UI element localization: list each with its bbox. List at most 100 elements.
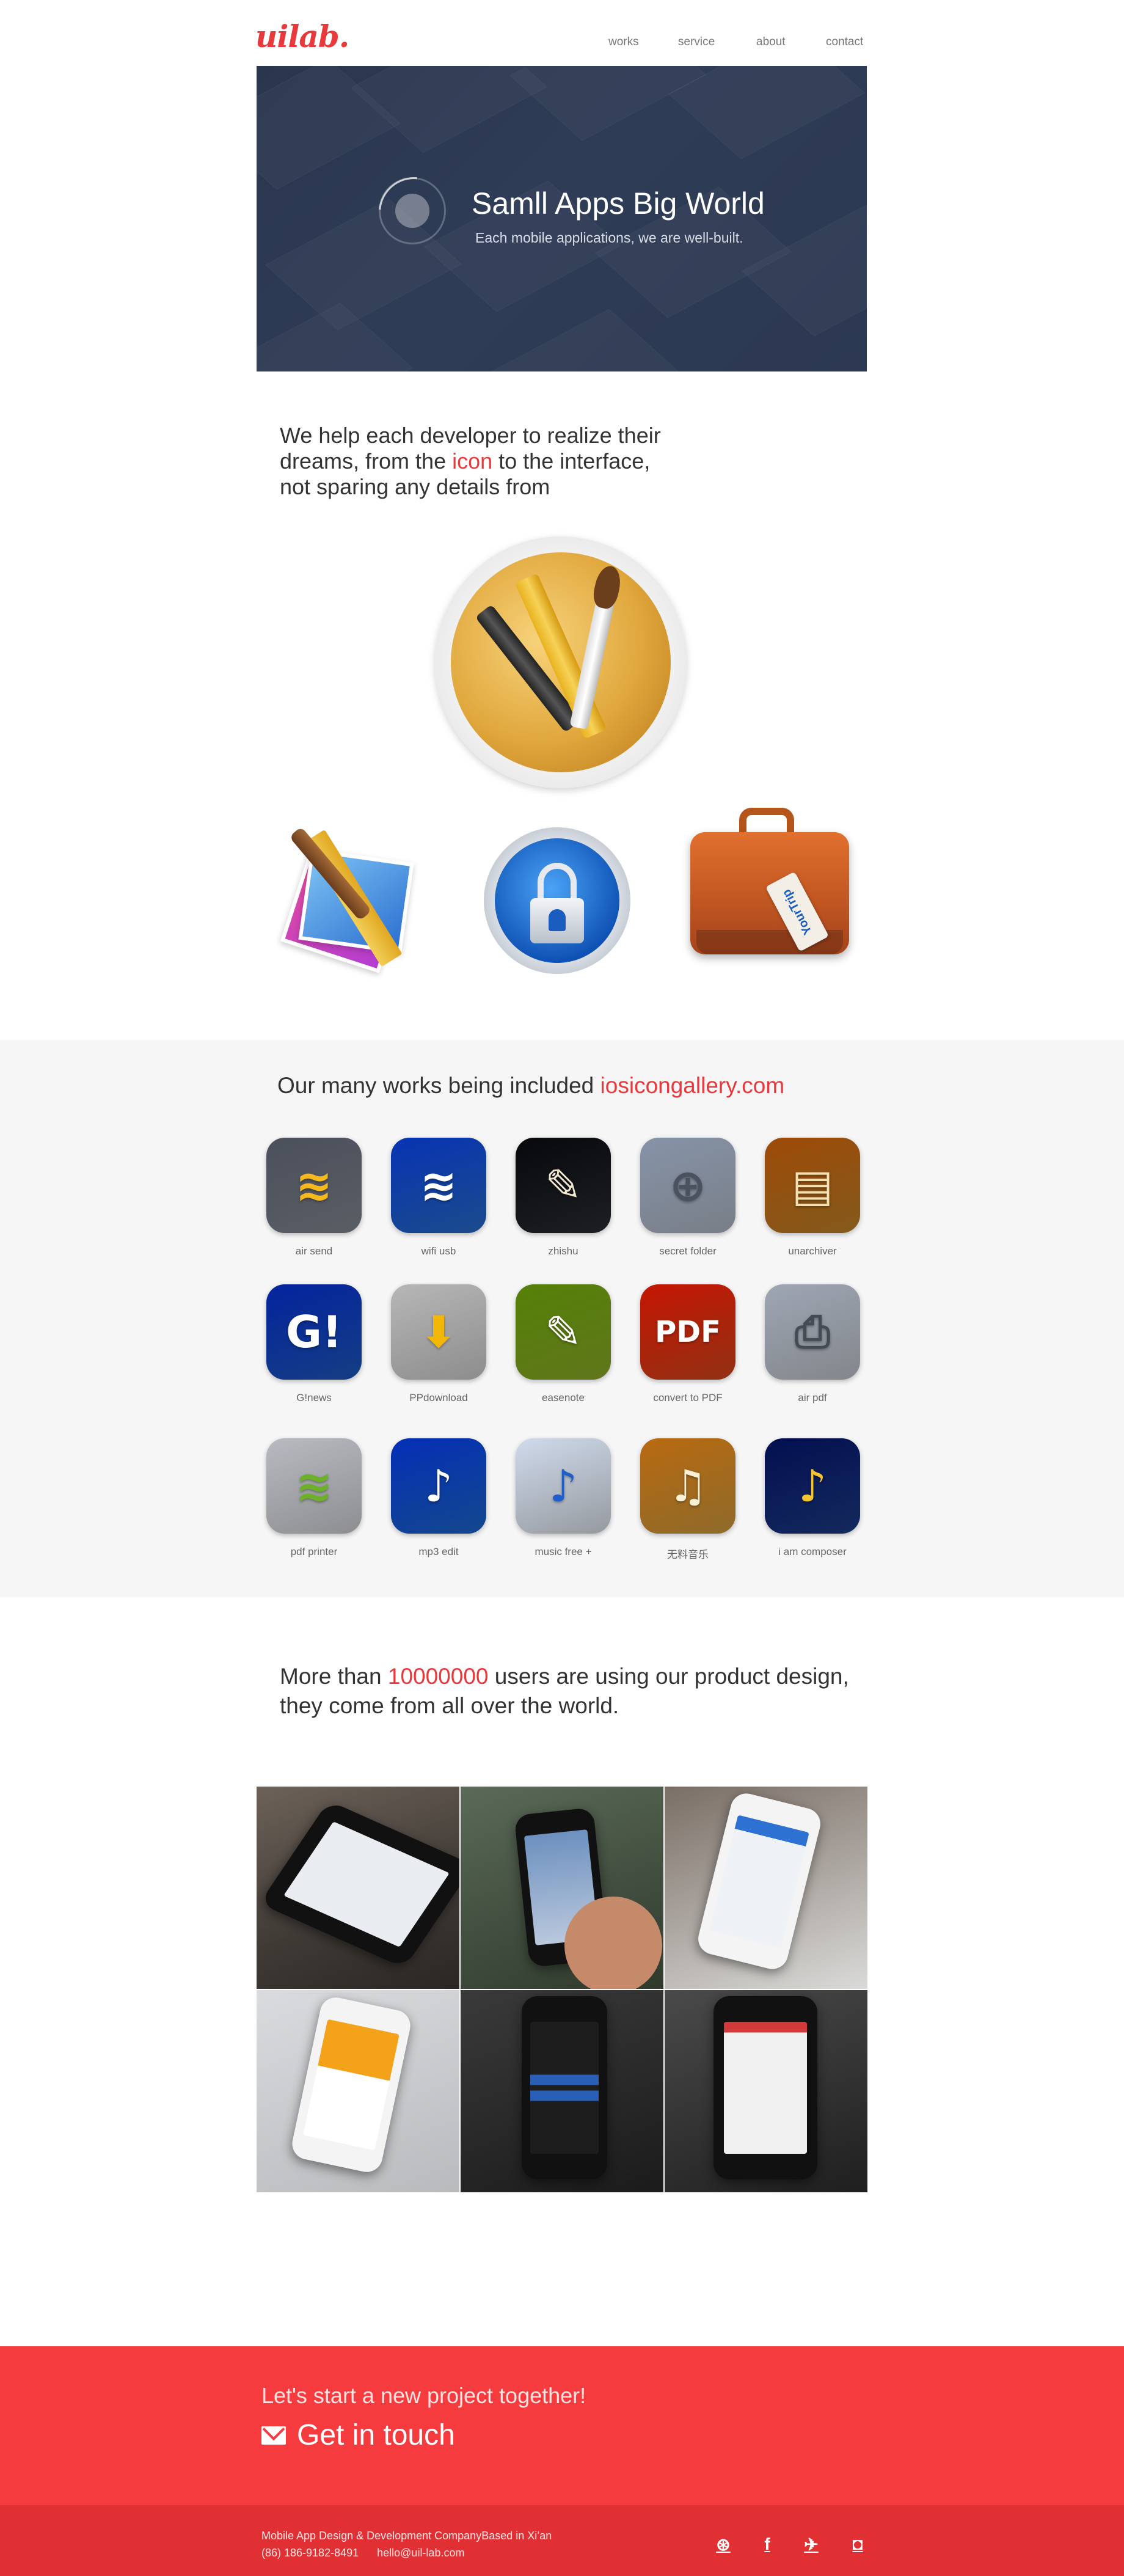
printer-icon: ⎙ <box>765 1284 860 1380</box>
app-tile[interactable]: ▤ unarchiver <box>764 1138 861 1257</box>
footer-info: Mobile App Design & Development CompanyB… <box>261 2527 552 2561</box>
notebook-icon: ✎ <box>516 1284 611 1380</box>
app-glyph: ≋ <box>295 1460 333 1512</box>
nav-works[interactable]: works <box>608 35 639 49</box>
wifi-printer-icon: ≋ <box>266 1438 362 1534</box>
product-photos <box>257 1787 867 2192</box>
usb-wifi-icon: ≋ <box>391 1138 486 1233</box>
company-description: Mobile App Design & Development CompanyB… <box>261 2530 552 2542</box>
archive-drawer-icon: ▤ <box>765 1138 860 1233</box>
app-tile[interactable]: ♪ i am composer <box>764 1438 861 1558</box>
intro-line-2: dreams, from the icon to the interface, <box>280 448 651 474</box>
dribbble-icon[interactable]: ⊛ <box>713 2534 733 2554</box>
globe-icon <box>379 177 446 244</box>
stage-note-icon: ♪ <box>765 1438 860 1534</box>
app-label: secret folder <box>659 1245 717 1257</box>
app-glyph: ⬇ <box>420 1306 458 1358</box>
app-glyph: ≋ <box>420 1160 458 1211</box>
app-glyph: ▤ <box>791 1160 834 1211</box>
hero-title: Samll Apps Big World <box>472 186 765 221</box>
app-tile[interactable]: ♫ 无料音乐 <box>639 1438 737 1561</box>
intro-line-3: not sparing any details from <box>280 474 550 499</box>
works-title: Our many works being included iosicongal… <box>277 1073 785 1098</box>
app-glyph: ✎ <box>544 1306 582 1358</box>
photo-phone-orange-app <box>257 1990 459 2192</box>
app-label: music free + <box>535 1546 592 1557</box>
app-tile[interactable]: ✎ easenote <box>514 1284 612 1404</box>
users-line-1: More than 10000000 users are using our p… <box>280 1664 849 1689</box>
app-glyph: G! <box>286 1306 342 1358</box>
music-note-edit-icon: ♪ <box>391 1438 486 1534</box>
app-glyph: ♪ <box>549 1460 577 1512</box>
app-label: PPdownload <box>409 1392 468 1403</box>
twitter-icon[interactable]: ✈ <box>801 2534 821 2554</box>
app-label: easenote <box>542 1392 585 1403</box>
email-link[interactable]: hello@uil-lab.com <box>377 2547 464 2559</box>
photo-phone-white-keyboard <box>665 1787 867 1989</box>
photo-phone-dark-app <box>461 1990 663 2192</box>
app-tile[interactable]: ≋ pdf printer <box>265 1438 363 1558</box>
app-label: air pdf <box>798 1392 827 1403</box>
instagram-icon[interactable]: ◘ <box>848 2534 867 2554</box>
users-line-2: they come from all over the world. <box>280 1693 619 1718</box>
download-music-icon: ⬇ <box>391 1284 486 1380</box>
folder-wifi-icon: ≋ <box>266 1138 362 1233</box>
music-disc-icon: ♪ <box>516 1438 611 1534</box>
pdf-icon: PDF <box>640 1284 735 1380</box>
app-tile[interactable]: PDF convert to PDF <box>639 1284 737 1404</box>
app-label: mp3 edit <box>418 1546 459 1557</box>
music-frame-icon: ♫ <box>640 1438 735 1534</box>
app-label: i am composer <box>778 1546 847 1557</box>
get-in-touch-button[interactable]: Get in touch <box>261 2418 455 2452</box>
app-tile[interactable]: ⎙ air pdf <box>764 1284 861 1404</box>
app-label: zhishu <box>548 1245 578 1257</box>
cta-section: Let's start a new project together! Get … <box>0 2346 1124 2505</box>
book-icon: ✎ <box>516 1138 611 1233</box>
app-tile[interactable]: ≋ wifi usb <box>390 1138 487 1257</box>
photo-phone-hand-blue <box>461 1787 663 1989</box>
app-glyph: ♪ <box>798 1460 827 1512</box>
app-glyph: PDF <box>655 1315 721 1349</box>
app-glyph: ♪ <box>425 1460 453 1512</box>
app-label: 无料音乐 <box>667 1549 709 1561</box>
users-text: More than 10000000 users are using our p… <box>280 1662 891 1721</box>
app-label: unarchiver <box>788 1245 837 1257</box>
app-label: wifi usb <box>421 1245 456 1257</box>
lock-icon <box>484 827 630 974</box>
photo-phone-video-app <box>665 1990 867 2192</box>
app-glyph: ⎙ <box>795 1306 830 1357</box>
cta-text: Let's start a new project together! <box>261 2383 586 2408</box>
secret-folder-icon: ⊕ <box>640 1138 735 1233</box>
iosicongallery-link[interactable]: iosicongallery.com <box>600 1073 785 1098</box>
phone-number: (86) 186-9182-8491 <box>261 2547 359 2559</box>
footer: Mobile App Design & Development CompanyB… <box>0 2505 1124 2576</box>
app-tile[interactable]: ♪ mp3 edit <box>390 1438 487 1558</box>
app-tile[interactable]: ⬇ PPdownload <box>390 1284 487 1404</box>
app-label: air send <box>295 1245 333 1257</box>
get-in-touch-label: Get in touch <box>297 2419 455 2451</box>
photo-phone-table <box>257 1787 459 1989</box>
app-label: pdf printer <box>290 1546 338 1557</box>
app-glyph: ✎ <box>544 1160 582 1211</box>
suitcase-icon: YourTrip <box>684 808 855 979</box>
app-tile[interactable]: ≋ air send <box>265 1138 363 1257</box>
app-tile[interactable]: ✎ zhishu <box>514 1138 612 1257</box>
nav-service[interactable]: service <box>678 35 715 49</box>
app-tile[interactable]: ⊕ secret folder <box>639 1138 737 1257</box>
app-label: G!news <box>296 1392 332 1403</box>
app-label: convert to PDF <box>653 1392 723 1403</box>
icon-highlight: icon <box>452 448 493 474</box>
app-glyph: ≋ <box>295 1160 333 1211</box>
design-tools-icon <box>435 536 687 788</box>
ruler-brush-icon <box>274 819 426 978</box>
mail-icon <box>261 2426 286 2445</box>
news-icon: G! <box>266 1284 362 1380</box>
logo[interactable]: uilab. <box>255 18 349 54</box>
nav-contact[interactable]: contact <box>826 35 863 49</box>
facebook-icon[interactable]: f <box>757 2534 777 2554</box>
intro-text: We help each developer to realize their … <box>280 423 744 500</box>
app-tile[interactable]: ♪ music free + <box>514 1438 612 1558</box>
nav-about[interactable]: about <box>756 35 786 49</box>
app-tile[interactable]: G! G!news <box>265 1284 363 1404</box>
app-glyph: ⊕ <box>669 1160 707 1211</box>
